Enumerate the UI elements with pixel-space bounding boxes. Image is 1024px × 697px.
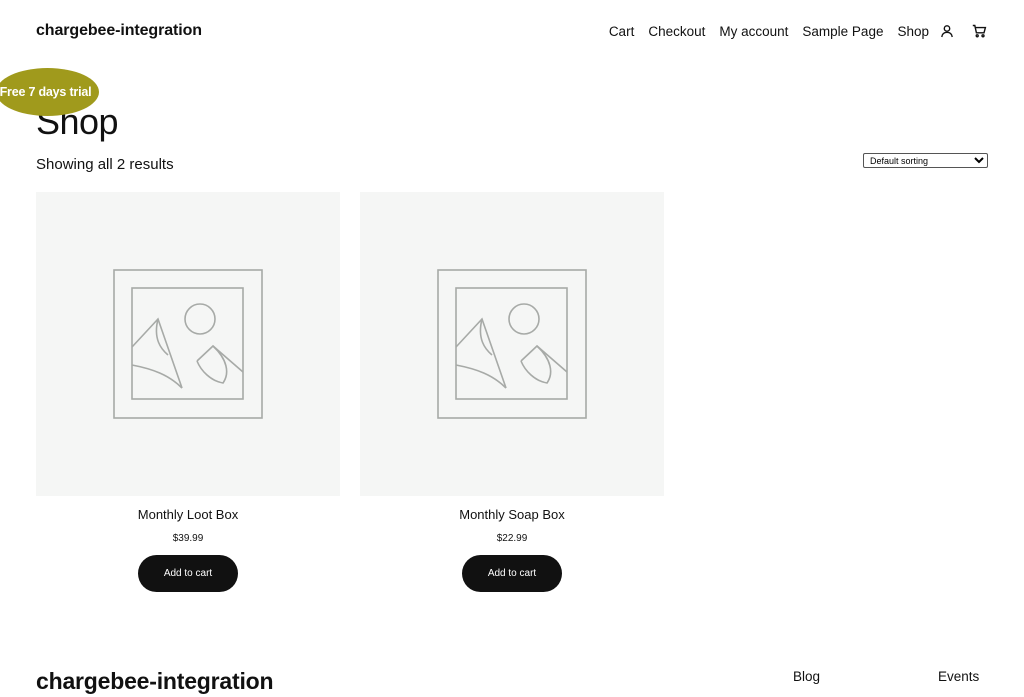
product-image[interactable] [360, 192, 664, 496]
product-price: $22.99 [496, 533, 528, 544]
product-card: Monthly Loot Box $39.99 Add to cart [36, 192, 340, 592]
add-to-cart-button[interactable]: Add to cart [138, 555, 238, 592]
site-title[interactable]: chargebee-integration [36, 22, 202, 40]
footer-site-title[interactable]: chargebee-integration [36, 668, 274, 695]
main-nav: Cart Checkout My account Sample Page Sho… [609, 22, 988, 40]
cart-icon[interactable] [970, 22, 988, 40]
product-price: $39.99 [172, 533, 204, 544]
nav-item-sample-page[interactable]: Sample Page [802, 24, 883, 39]
footer-link-events[interactable]: Events [938, 669, 979, 684]
site-header: chargebee-integration Cart Checkout My a… [36, 18, 988, 44]
product-name[interactable]: Monthly Soap Box [360, 507, 664, 522]
user-icon[interactable] [938, 22, 956, 40]
nav-item-checkout[interactable]: Checkout [648, 24, 705, 39]
product-card: Monthly Soap Box $22.99 Add to cart [360, 192, 664, 592]
image-placeholder-icon [437, 269, 587, 419]
product-image[interactable] [36, 192, 340, 496]
add-to-cart-button[interactable]: Add to cart [462, 555, 562, 592]
footer-link-blog[interactable]: Blog [793, 669, 820, 684]
nav-item-cart[interactable]: Cart [609, 24, 635, 39]
nav-item-shop[interactable]: Shop [897, 24, 929, 39]
product-name[interactable]: Monthly Loot Box [36, 507, 340, 522]
free-trial-badge: Free 7 days trial [0, 68, 99, 116]
result-count: Showing all 2 results [36, 156, 174, 173]
nav-item-my-account[interactable]: My account [719, 24, 788, 39]
free-trial-badge-text: Free 7 days trial [0, 85, 92, 99]
sorting-select[interactable]: Default sorting [863, 153, 988, 168]
site-footer: chargebee-integration Blog Events [36, 664, 979, 697]
image-placeholder-icon [113, 269, 263, 419]
